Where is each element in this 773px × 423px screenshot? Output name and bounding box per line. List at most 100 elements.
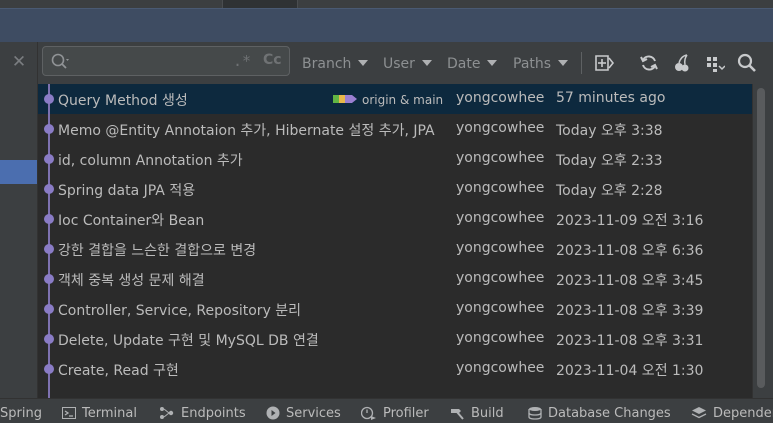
commit-date: Today 오후 2:28 xyxy=(556,183,663,199)
commit-row[interactable]: Spring data JPA 적용 yongcowhee Today 오후 2… xyxy=(38,174,752,204)
commit-node xyxy=(44,304,54,314)
editor-tab[interactable] xyxy=(222,0,298,8)
commit-message: Delete, Update 구현 및 MySQL DB 연결 xyxy=(58,333,319,349)
commit-date: 2023-11-08 오후 3:39 xyxy=(556,303,704,319)
commit-row[interactable]: Controller, Service, Repository 분리 yongc… xyxy=(38,294,752,324)
services-tab[interactable]: Services xyxy=(266,405,341,423)
commit-node xyxy=(44,364,54,374)
hammer-icon xyxy=(451,409,464,420)
toolbar-separator xyxy=(581,52,582,74)
spring-tab[interactable]: Spring xyxy=(0,405,42,423)
commit-author: yongcowhee xyxy=(456,240,545,256)
endpoints-icon xyxy=(160,407,174,419)
commit-node xyxy=(44,154,54,164)
commit-author: yongcowhee xyxy=(456,150,545,166)
commit-author: yongcowhee xyxy=(456,180,545,196)
close-icon[interactable]: ✕ xyxy=(10,52,28,72)
user-filter-label: User xyxy=(383,56,415,72)
commit-message: Controller, Service, Repository 분리 xyxy=(58,303,302,319)
tag-icon xyxy=(333,95,357,103)
commit-message: Create, Read 구현 xyxy=(58,363,179,379)
commit-date: 57 minutes ago xyxy=(556,90,666,106)
commit-date: 2023-11-04 오전 1:30 xyxy=(556,363,704,379)
commit-row[interactable]: Create, Read 구현 yongcowhee 2023-11-04 오전… xyxy=(38,354,752,384)
date-filter-label: Date xyxy=(447,56,481,72)
tool-window-bar: Spring Terminal Endpoints Services Profi… xyxy=(0,398,773,423)
toolbar-divider xyxy=(37,42,38,84)
commit-row[interactable]: 강한 결합을 느슨한 결합으로 변경 yongcowhee 2023-11-08… xyxy=(38,234,752,264)
profiler-tab[interactable]: Profiler xyxy=(360,405,429,423)
layers-icon xyxy=(691,407,707,419)
commit-node xyxy=(44,244,54,254)
commit-author: yongcowhee xyxy=(456,360,545,376)
commit-message: id, column Annotation 추가 xyxy=(58,153,243,169)
terminal-tab-label: Terminal xyxy=(82,406,137,421)
commit-author: yongcowhee xyxy=(456,120,545,136)
commit-message: Ioc Container와 Bean xyxy=(58,213,205,229)
chevron-down-icon xyxy=(487,60,498,66)
profiler-icon xyxy=(360,406,376,420)
search-field[interactable]: .* Cc xyxy=(42,46,290,76)
match-case-toggle[interactable]: Cc xyxy=(263,52,282,68)
paths-filter[interactable]: Paths xyxy=(513,55,569,73)
spring-tab-label: Spring xyxy=(0,406,42,421)
endpoints-tab-label: Endpoints xyxy=(181,406,246,421)
notification-banner xyxy=(0,8,773,43)
cherry-pick-icon[interactable] xyxy=(672,52,692,74)
terminal-tab[interactable]: Terminal xyxy=(62,405,137,423)
refresh-icon[interactable] xyxy=(639,52,659,74)
chevron-down-icon xyxy=(558,60,569,66)
ref-tags[interactable]: origin & main xyxy=(332,91,443,107)
database-changes-tab[interactable]: Database Changes xyxy=(528,405,671,423)
find-icon[interactable] xyxy=(737,52,757,74)
terminal-icon xyxy=(62,407,76,419)
vertical-scrollbar[interactable] xyxy=(752,84,773,398)
commit-row[interactable]: id, column Annotation 추가 yongcowhee Toda… xyxy=(38,144,752,174)
dependencies-tab[interactable]: Dependencies xyxy=(691,405,773,423)
commit-message: Memo @Entity Annotaion 추가, Hibernate 설정 … xyxy=(58,123,435,139)
ref-label: origin & main xyxy=(362,93,444,107)
endpoints-tab[interactable]: Endpoints xyxy=(159,405,246,423)
commit-row[interactable]: Delete, Update 구현 및 MySQL DB 연결 yongcowh… xyxy=(38,324,752,354)
layout-icon[interactable] xyxy=(705,52,726,74)
commit-author: yongcowhee xyxy=(456,210,545,226)
commit-date: 2023-11-08 오후 3:45 xyxy=(556,273,704,289)
commit-date: 2023-11-08 오후 3:31 xyxy=(556,333,704,349)
commit-author: yongcowhee xyxy=(456,90,545,106)
commit-date: 2023-11-09 오전 3:16 xyxy=(556,213,704,229)
commit-row[interactable]: Query Method 생성 origin & main yongcowhee… xyxy=(38,84,752,114)
user-filter[interactable]: User xyxy=(383,55,432,73)
scrollbar-thumb[interactable] xyxy=(757,88,765,388)
commit-author: yongcowhee xyxy=(456,300,545,316)
database-changes-tab-label: Database Changes xyxy=(548,406,671,421)
commit-row[interactable]: Memo @Entity Annotaion 추가, Hibernate 설정 … xyxy=(38,114,752,144)
commit-node xyxy=(44,124,54,134)
branch-filter-label: Branch xyxy=(302,56,352,72)
dependencies-tab-label: Dependencies xyxy=(713,406,773,421)
build-tab[interactable]: Build xyxy=(449,405,504,423)
commit-node xyxy=(44,274,54,284)
chevron-down-icon xyxy=(421,60,432,66)
database-icon xyxy=(528,407,542,420)
new-branch-icon[interactable] xyxy=(593,52,615,74)
left-panel xyxy=(0,84,38,398)
commit-row[interactable]: 객체 중복 생성 문제 해결 yongcowhee 2023-11-08 오후 … xyxy=(38,264,752,294)
profiler-tab-label: Profiler xyxy=(383,406,429,421)
chevron-down-icon xyxy=(358,60,369,66)
commit-message: 강한 결합을 느슨한 결합으로 변경 xyxy=(58,243,257,259)
commit-date: 2023-11-08 오후 6:36 xyxy=(556,243,704,259)
branch-filter[interactable]: Branch xyxy=(302,55,369,73)
commit-date: Today 오후 3:38 xyxy=(556,123,663,139)
paths-filter-label: Paths xyxy=(513,56,552,72)
commit-message: 객체 중복 생성 문제 해결 xyxy=(58,273,205,289)
commit-author: yongcowhee xyxy=(456,330,545,346)
left-panel-selection[interactable] xyxy=(0,160,37,184)
commit-message: Spring data JPA 적용 xyxy=(58,183,196,199)
services-tab-label: Services xyxy=(286,406,341,421)
regex-toggle[interactable]: .* xyxy=(233,52,251,70)
build-tab-label: Build xyxy=(471,406,504,421)
services-icon xyxy=(266,406,280,420)
commit-row[interactable]: Ioc Container와 Bean yongcowhee 2023-11-0… xyxy=(38,204,752,234)
date-filter[interactable]: Date xyxy=(447,55,498,73)
search-icon[interactable] xyxy=(51,53,71,75)
